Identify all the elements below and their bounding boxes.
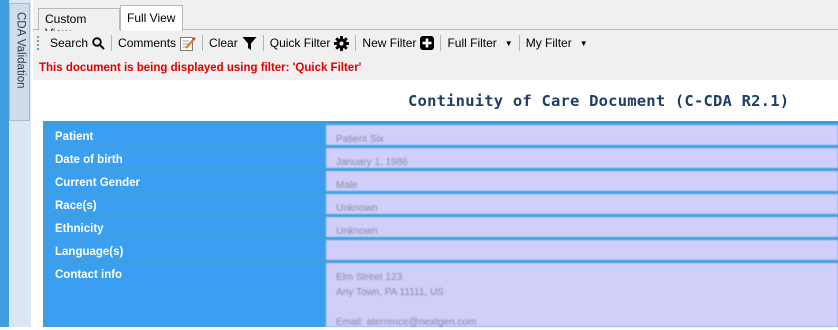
row-value: Unknown <box>326 217 838 237</box>
contact-line: Email: aterrence@nextgen.com <box>336 317 477 328</box>
row-label: Language(s) <box>47 240 323 260</box>
table-row: Date of birth January 1, 1986 <box>47 148 838 168</box>
contact-line: Elm Street 123 <box>336 272 403 283</box>
table-row: Ethnicity Unknown <box>47 217 838 237</box>
clear-button-label: Clear <box>209 36 238 50</box>
row-label: Patient <box>47 125 323 145</box>
patient-header-table: Patient Patient Six Date of birth Januar… <box>43 121 838 328</box>
row-value: Unknown <box>326 194 838 214</box>
row-value <box>326 240 838 260</box>
cda-validation-tab[interactable]: CDA Validation <box>9 3 30 121</box>
clear-button[interactable]: Clear <box>206 32 260 54</box>
quick-filter-button-label: Quick Filter <box>269 36 331 50</box>
my-filter-dropdown[interactable]: My Filter ▼ <box>523 32 591 54</box>
comments-button-label: Comments <box>118 36 177 50</box>
search-button-label: Search <box>50 36 89 50</box>
plus-icon <box>420 36 435 50</box>
tab-full-view-label: Full View <box>127 11 176 25</box>
toolbar-grip[interactable] <box>36 35 40 51</box>
document-viewer[interactable]: Continuity of Care Document (C-CDA R2.1)… <box>33 80 838 328</box>
main-panel: Custom View Full View Search Comments Cl… <box>33 0 838 328</box>
contact-line: Any Town, PA 11111, US <box>336 287 444 298</box>
toolbar-separator <box>355 35 357 51</box>
row-label: Date of birth <box>47 148 323 168</box>
row-value: Patient Six <box>326 125 838 145</box>
table-row: Contact info Elm Street 123 Any Town, PA… <box>47 263 838 328</box>
search-button[interactable]: Search <box>47 32 108 54</box>
toolbar-separator <box>202 35 204 51</box>
toolbar-separator <box>111 35 113 51</box>
edit-note-icon <box>180 36 196 51</box>
row-value: January 1, 1986 <box>326 148 838 168</box>
table-row: Language(s) <box>47 240 838 260</box>
row-label: Contact info <box>47 263 323 327</box>
row-value: Elm Street 123 Any Town, PA 11111, US Em… <box>326 263 838 328</box>
tab-full-view[interactable]: Full View <box>120 5 183 31</box>
new-filter-button[interactable]: New Filter <box>359 32 437 54</box>
dropdown-arrow-icon: ▼ <box>504 38 513 48</box>
new-filter-button-label: New Filter <box>362 36 417 50</box>
view-tabs: Custom View Full View <box>33 0 838 40</box>
toolbar-separator <box>518 35 520 51</box>
table-row: Current Gender Male <box>47 171 838 191</box>
filter-toolbar: Search Comments Clear Quick Filter New F… <box>33 31 838 55</box>
table-row: Race(s) Unknown <box>47 194 838 214</box>
search-icon <box>92 36 105 50</box>
window-frame <box>0 0 9 327</box>
row-label: Ethnicity <box>47 217 323 237</box>
quick-filter-button[interactable]: Quick Filter <box>267 32 353 54</box>
comments-button[interactable]: Comments <box>115 32 199 54</box>
full-filter-dropdown[interactable]: Full Filter ▼ <box>444 32 515 54</box>
funnel-icon <box>242 36 257 51</box>
filter-status-message: This document is being displayed using f… <box>39 62 362 74</box>
contact-line <box>336 300 838 315</box>
toolbar-separator <box>440 35 442 51</box>
row-value: Male <box>326 171 838 191</box>
document-title: Continuity of Care Document (C-CDA R2.1) <box>408 92 790 110</box>
tab-custom-view[interactable]: Custom View <box>38 8 120 40</box>
row-label: Race(s) <box>47 194 323 214</box>
cda-validation-label: CDA Validation <box>14 12 27 89</box>
table-row: Patient Patient Six <box>47 125 838 145</box>
row-label: Current Gender <box>47 171 323 191</box>
dropdown-arrow-icon: ▼ <box>579 38 588 48</box>
toolbar-separator <box>262 35 264 51</box>
my-filter-dropdown-label: My Filter <box>525 36 572 50</box>
full-filter-dropdown-label: Full Filter <box>447 36 497 50</box>
gear-icon <box>334 35 350 51</box>
